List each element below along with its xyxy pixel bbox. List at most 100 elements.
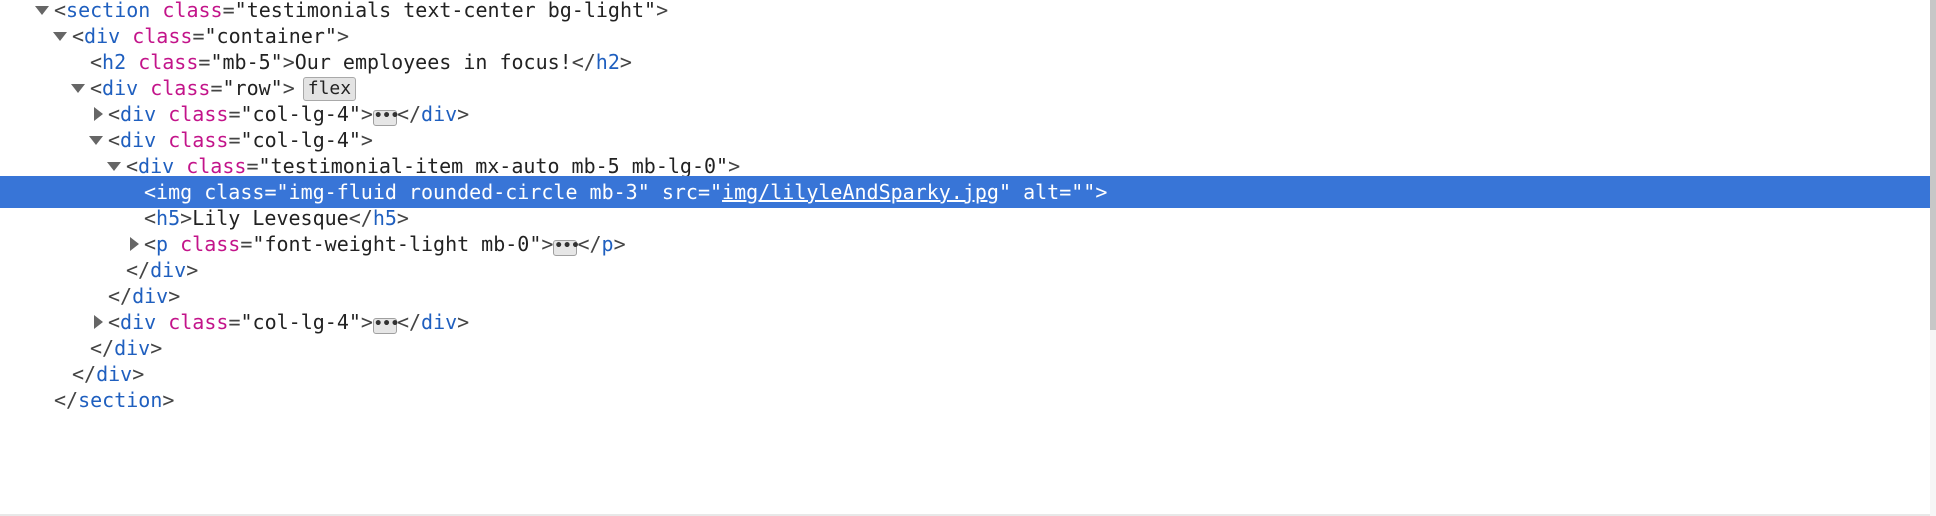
bracket: > xyxy=(457,310,470,334)
attr-name: src xyxy=(661,180,698,204)
attr-name: class xyxy=(186,154,247,178)
attr-name: class xyxy=(150,76,211,100)
bracket: </ xyxy=(90,336,115,360)
vertical-scrollbar[interactable] xyxy=(1930,0,1936,516)
attr-value: "testimonials text-center bg-light" xyxy=(234,0,657,22)
tag-name: h2 xyxy=(595,50,620,74)
tag-name: h5 xyxy=(156,206,181,230)
bracket: > xyxy=(282,76,295,100)
bracket: < xyxy=(144,206,157,230)
bracket: > xyxy=(541,232,554,256)
equals: = xyxy=(228,128,241,152)
equals: = xyxy=(1059,180,1072,204)
attr-value: "row" xyxy=(222,76,283,100)
attr-value: "testimonial-item mx-auto mb-5 mb-lg-0" xyxy=(258,154,729,178)
attr-value: "container" xyxy=(204,24,337,48)
attr-value: "mb-5" xyxy=(210,50,283,74)
equals: = xyxy=(210,76,223,100)
bracket: < xyxy=(90,76,103,100)
tag-name: section xyxy=(66,0,151,22)
attr-value: "font-weight-light mb-0" xyxy=(252,232,542,256)
src-link[interactable]: img/lilyleAndSparky.jpg xyxy=(722,180,999,204)
bracket: > xyxy=(282,50,295,74)
tag-name: div xyxy=(120,310,157,334)
bracket: </ xyxy=(54,388,79,412)
bracket: > xyxy=(1095,180,1108,204)
bracket: < xyxy=(126,154,139,178)
equals: = xyxy=(228,102,241,126)
attr-value: "col-lg-4" xyxy=(240,102,361,126)
bracket: > xyxy=(132,362,145,386)
attr-value: "img-fluid rounded-circle mb-3" xyxy=(276,180,650,204)
bracket: < xyxy=(144,232,157,256)
tag-name: p xyxy=(156,232,169,256)
tag-name: div xyxy=(102,76,139,100)
quote: " xyxy=(709,180,723,204)
bracket: </ xyxy=(577,232,602,256)
attr-name: class xyxy=(132,24,193,48)
bracket: </ xyxy=(396,102,422,126)
bracket: < xyxy=(90,50,103,74)
tag-name: div xyxy=(114,336,151,360)
tag-name: div xyxy=(138,154,175,178)
attr-name: class xyxy=(168,102,229,126)
equals: = xyxy=(228,310,241,334)
bracket: > xyxy=(360,102,373,126)
attr-value: "" xyxy=(1071,180,1096,204)
bracket: > xyxy=(396,206,409,230)
bracket: > xyxy=(150,336,163,360)
bracket: </ xyxy=(348,206,373,230)
tag-name: div xyxy=(120,102,157,126)
bracket: > xyxy=(162,388,175,412)
tag-name: div xyxy=(132,284,169,308)
bracket: < xyxy=(72,24,85,48)
tag-name: section xyxy=(78,388,163,412)
bracket: > xyxy=(613,232,626,256)
attr-name: class xyxy=(138,50,199,74)
tag-name: div xyxy=(120,128,157,152)
tag-name: div xyxy=(421,310,458,334)
equals: = xyxy=(246,154,259,178)
scrollbar-thumb[interactable] xyxy=(1930,0,1936,330)
dom-inspector-panel: <section class="testimonials text-center… xyxy=(0,0,1930,516)
bracket: </ xyxy=(72,362,97,386)
attr-name: class xyxy=(168,128,229,152)
quote: " xyxy=(998,180,1012,204)
tag-name: h5 xyxy=(372,206,397,230)
bracket: < xyxy=(108,102,121,126)
bracket: < xyxy=(144,180,157,204)
tag-name: div xyxy=(421,102,458,126)
bracket: > xyxy=(336,24,349,48)
bracket: > xyxy=(186,258,199,282)
attr-name: alt xyxy=(1023,180,1060,204)
bracket: > xyxy=(360,310,373,334)
equals: = xyxy=(198,50,211,74)
bracket: </ xyxy=(108,284,133,308)
tag-name: img xyxy=(156,180,193,204)
attr-name: class xyxy=(168,310,229,334)
attr-value: "col-lg-4" xyxy=(240,310,361,334)
equals: = xyxy=(222,0,235,22)
bracket: </ xyxy=(396,310,422,334)
bracket: </ xyxy=(571,50,596,74)
bracket: > xyxy=(728,154,741,178)
text-node: Lily Levesque xyxy=(192,206,349,230)
equals: = xyxy=(264,180,277,204)
bracket: > xyxy=(457,102,470,126)
bracket: < xyxy=(108,310,121,334)
tag-name: p xyxy=(601,232,614,256)
tag-name: div xyxy=(150,258,187,282)
tag-name: div xyxy=(96,362,133,386)
node-section-close[interactable]: </section> xyxy=(0,384,1930,416)
bracket: > xyxy=(619,50,632,74)
equals: = xyxy=(192,24,205,48)
bracket: < xyxy=(54,0,67,22)
bracket: < xyxy=(108,128,121,152)
bracket: </ xyxy=(126,258,151,282)
equals: = xyxy=(697,180,710,204)
equals: = xyxy=(240,232,253,256)
attr-value: "col-lg-4" xyxy=(240,128,361,152)
tag-name: h2 xyxy=(102,50,127,74)
attr-name: class xyxy=(204,180,265,204)
bracket: > xyxy=(360,128,373,152)
